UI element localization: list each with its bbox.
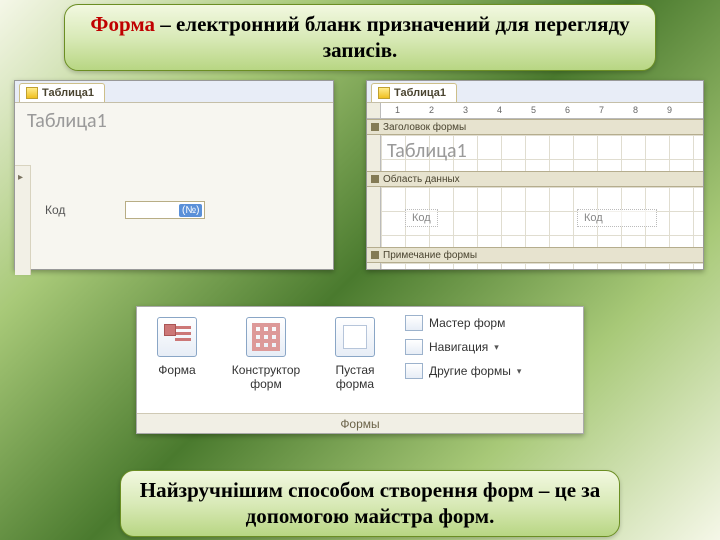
vertical-ruler bbox=[367, 263, 381, 269]
ruler-mark: 7 bbox=[599, 105, 604, 115]
vertical-ruler bbox=[367, 187, 381, 247]
form-design-icon bbox=[246, 317, 286, 357]
section-handle-icon bbox=[371, 251, 379, 259]
formview-body: Таблица1 Код (№) bbox=[15, 103, 333, 269]
form-title: Таблица1 bbox=[15, 103, 333, 143]
table-icon bbox=[26, 87, 38, 99]
ruler-mark: 1 bbox=[395, 105, 400, 115]
ruler-mark: 3 bbox=[463, 105, 468, 115]
section-bar-detail[interactable]: Область данных bbox=[367, 171, 703, 187]
dropdown-arrow-icon: ▾ bbox=[517, 366, 522, 377]
form-icon bbox=[157, 317, 197, 357]
designview-body: 1 2 3 4 5 6 7 8 9 Заголовок формы Таблиц… bbox=[367, 103, 703, 269]
ribbon-label: Форма bbox=[137, 363, 217, 377]
ribbon-button-more-forms[interactable]: Другие формы ▾ bbox=[405, 363, 577, 379]
navigation-icon bbox=[405, 339, 423, 355]
ruler-mark: 8 bbox=[633, 105, 638, 115]
formview-tab[interactable]: Таблица1 bbox=[19, 83, 105, 102]
tab-label: Таблица1 bbox=[394, 87, 446, 99]
ruler-mark: 4 bbox=[497, 105, 502, 115]
bottom-callout: Найзручнішим способом створення форм – ц… bbox=[120, 470, 620, 537]
footer-design-area[interactable] bbox=[381, 263, 703, 269]
section-bar-footer[interactable]: Примечание формы bbox=[367, 247, 703, 263]
horizontal-ruler: 1 2 3 4 5 6 7 8 9 bbox=[381, 103, 703, 119]
more-forms-icon bbox=[405, 363, 423, 379]
ribbon-label: Навигация bbox=[429, 340, 488, 354]
ribbon-forms-group: Форма Конструктор форм Пустая форма Маст… bbox=[136, 306, 584, 434]
textbox-control[interactable]: Код bbox=[577, 209, 657, 227]
field-input[interactable]: (№) bbox=[125, 201, 205, 219]
dropdown-arrow-icon: ▾ bbox=[494, 342, 499, 353]
section-label: Заголовок формы bbox=[383, 122, 466, 133]
ribbon-button-form-wizard[interactable]: Мастер форм bbox=[405, 315, 577, 331]
table-icon bbox=[378, 87, 390, 99]
designview-tabstrip: Таблица1 bbox=[367, 81, 703, 103]
section-label: Область данных bbox=[383, 174, 460, 185]
section-bar-header[interactable]: Заголовок формы bbox=[367, 119, 703, 135]
title-callout: Форма – електронний бланк призначений дл… bbox=[64, 4, 656, 71]
ruler-mark: 9 bbox=[667, 105, 672, 115]
ribbon-group-caption: Формы bbox=[137, 413, 583, 433]
formview-tabstrip: Таблица1 bbox=[15, 81, 333, 103]
tab-label: Таблица1 bbox=[42, 87, 94, 99]
label-control[interactable]: Код bbox=[405, 209, 438, 227]
ribbon-label: Мастер форм bbox=[429, 316, 505, 330]
record-selector[interactable] bbox=[15, 165, 31, 275]
section-label: Примечание формы bbox=[383, 250, 477, 261]
new-record-badge: (№) bbox=[179, 204, 202, 217]
section-handle-icon bbox=[371, 175, 379, 183]
designview-tab[interactable]: Таблица1 bbox=[371, 83, 457, 102]
section-handle-icon bbox=[371, 123, 379, 131]
blank-form-icon bbox=[335, 317, 375, 357]
title-rest: – електронний бланк призначений для пере… bbox=[155, 12, 630, 62]
formview-screenshot: Таблица1 Таблица1 Код (№) bbox=[14, 80, 334, 270]
bottom-note-text: Найзручнішим способом створення форм – ц… bbox=[140, 478, 601, 528]
ribbon-label: Конструктор форм bbox=[217, 363, 315, 391]
ribbon-label: Пустая форма bbox=[315, 363, 395, 391]
ribbon-label: Другие формы bbox=[429, 364, 511, 378]
vertical-ruler bbox=[367, 135, 381, 171]
field-row: Код (№) bbox=[45, 201, 205, 219]
ruler-mark: 5 bbox=[531, 105, 536, 115]
ruler-mark: 6 bbox=[565, 105, 570, 115]
ruler-corner bbox=[367, 103, 381, 119]
wizard-icon bbox=[405, 315, 423, 331]
field-label: Код bbox=[45, 203, 65, 217]
designview-screenshot: Таблица1 1 2 3 4 5 6 7 8 9 Заголовок фор… bbox=[366, 80, 704, 270]
form-title-control[interactable]: Таблица1 bbox=[387, 139, 467, 163]
title-highlight: Форма bbox=[90, 12, 155, 36]
ribbon-button-navigation[interactable]: Навигация ▾ bbox=[405, 339, 577, 355]
ruler-mark: 2 bbox=[429, 105, 434, 115]
